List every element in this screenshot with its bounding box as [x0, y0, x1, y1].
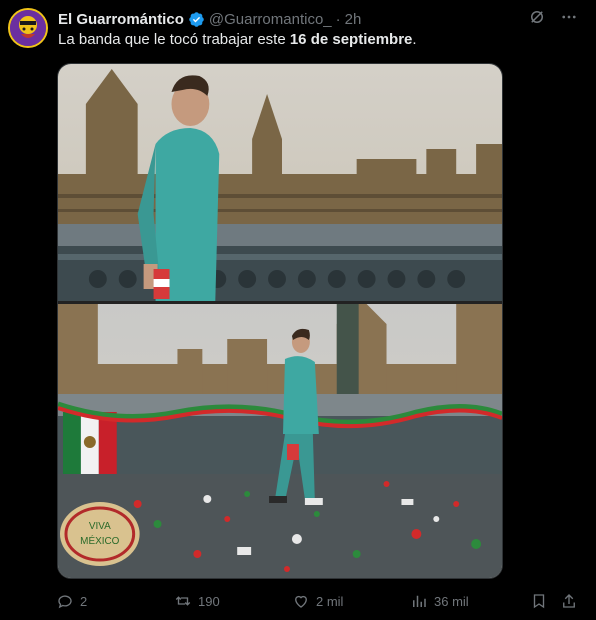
repost-count: 190 — [198, 593, 220, 609]
views-chart-icon — [413, 595, 426, 607]
tweet-header: El Guarromántico @Guarromantico_ · 2h — [58, 9, 596, 29]
tweet-text-part: La banda que le tocó trabajar este — [58, 31, 290, 48]
reply-icon — [58, 595, 72, 609]
tweet-media[interactable]: VIVA MÉXICO — [57, 63, 503, 579]
repost-button[interactable]: 190 — [174, 592, 220, 610]
grok-icon[interactable] — [528, 8, 546, 26]
like-button[interactable]: 2 mil — [292, 592, 343, 610]
views-count: 36 mil — [434, 593, 469, 609]
reply-button[interactable]: 2 — [56, 592, 87, 610]
verified-badge-icon — [189, 11, 204, 27]
reply-count: 2 — [80, 593, 88, 609]
author-handle[interactable]: @Guarromantico_ — [209, 11, 332, 28]
timestamp[interactable]: 2h — [345, 11, 362, 28]
sign-text-line1: VIVA — [89, 521, 111, 532]
bookmark-button[interactable] — [530, 592, 548, 610]
avatar-icon — [10, 10, 46, 46]
tweet-actions: 2 190 2 mil 36 mil — [56, 592, 578, 612]
photo-walking-man[interactable]: VIVA MÉXICO — [58, 304, 502, 579]
tweet-text: La banda que le tocó trabajar este 16 de… — [58, 31, 417, 48]
repost-icon — [175, 596, 191, 606]
photo-bridge-man[interactable] — [58, 64, 502, 301]
viva-mexico-sign: VIVA MÉXICO — [59, 502, 140, 566]
views-button[interactable]: 36 mil — [410, 592, 469, 610]
tweet-text-end: . — [412, 31, 417, 48]
sign-text-line2: MÉXICO — [80, 536, 119, 547]
more-options-icon[interactable] — [560, 8, 578, 26]
header-actions — [528, 8, 578, 26]
tweet-text-bold: 16 de septiembre — [289, 31, 413, 48]
like-count: 2 mil — [316, 593, 344, 609]
share-button[interactable] — [560, 592, 578, 610]
author-name[interactable]: El Guarromántico — [58, 11, 184, 28]
heart-icon — [295, 595, 307, 608]
separator-dot: · — [335, 10, 341, 28]
share-icon — [563, 594, 575, 608]
bookmark-icon — [533, 594, 545, 609]
avatar[interactable] — [8, 8, 48, 48]
